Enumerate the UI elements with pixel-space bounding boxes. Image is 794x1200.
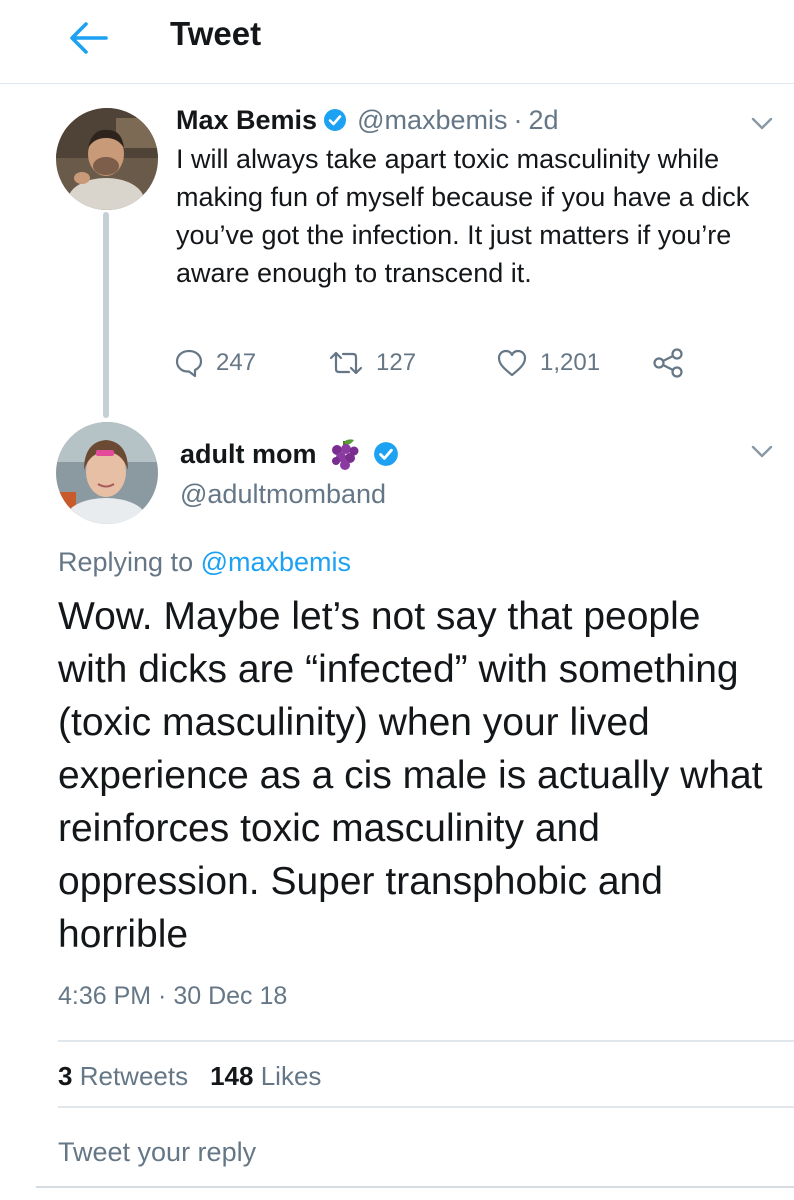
arrow-left-icon [70,22,108,54]
separator-dot: · [513,104,523,135]
avatar-max-bemis[interactable] [56,108,158,210]
divider [58,1040,794,1042]
parent-tweet-text: I will always take apart toxic masculini… [176,144,750,288]
author-handle[interactable]: @maxbemis [357,105,507,136]
tweet-menu-button[interactable] [742,432,782,472]
page-title: Tweet [170,15,262,52]
retweets-count: 3 [58,1061,73,1091]
like-count: 1,201 [540,349,601,376]
main-tweet-text: Wow. Maybe let’s not say that people wit… [58,595,763,956]
top-bar: Tweet [0,0,794,84]
chevron-down-icon [751,117,773,130]
thread-connector-line [103,212,109,418]
like-button[interactable]: 1,201 [496,340,600,386]
likes-label: Likes [260,1061,322,1091]
likes-stat[interactable]: 148 Likes [210,1061,321,1091]
retweets-label: Retweets [79,1061,189,1091]
tweet-menu-button[interactable] [742,104,782,144]
reply-button[interactable]: 247 [174,340,256,386]
author-name[interactable]: adult mom [180,439,317,470]
retweet-button[interactable]: 127 [328,340,416,386]
likes-count: 148 [210,1061,254,1091]
retweets-stat[interactable]: 3 Retweets [58,1061,188,1091]
reply-input[interactable]: Tweet your reply [58,1132,256,1172]
replying-to-line: Replying to @maxbemis [58,544,351,580]
divider [58,1106,794,1108]
verified-badge-icon [323,108,347,132]
tweet-timestamp[interactable]: 4:36 PM · 30 Dec 18 [58,978,287,1014]
parent-tweet-header: Max Bemis @maxbemis · 2d [176,100,559,140]
replying-prefix: Replying to [58,547,194,577]
retweet-count: 127 [376,349,417,376]
verified-badge-icon [373,441,399,467]
replying-to-mention[interactable]: @maxbemis [201,547,351,577]
main-tweet-header: adult mom [180,434,399,474]
avatar-adult-mom[interactable] [56,422,158,524]
engagement-stats: 3 Retweets 148 Likes [58,1058,321,1094]
grapes-emoji-icon [327,437,361,471]
heart-icon [497,349,527,377]
speech-bubble-icon [175,349,203,378]
retweet-icon [329,351,363,375]
author-name[interactable]: Max Bemis [176,105,317,136]
share-button[interactable] [652,340,684,386]
chevron-down-icon [751,445,773,458]
tweet-action-bar: 247 127 1,201 [174,340,734,386]
reply-count: 247 [216,349,257,376]
share-icon [653,348,683,378]
back-button[interactable] [66,16,110,60]
author-handle[interactable]: @adultmomband [180,476,386,512]
divider [36,1186,794,1188]
tweet-age[interactable]: 2d [529,105,559,136]
